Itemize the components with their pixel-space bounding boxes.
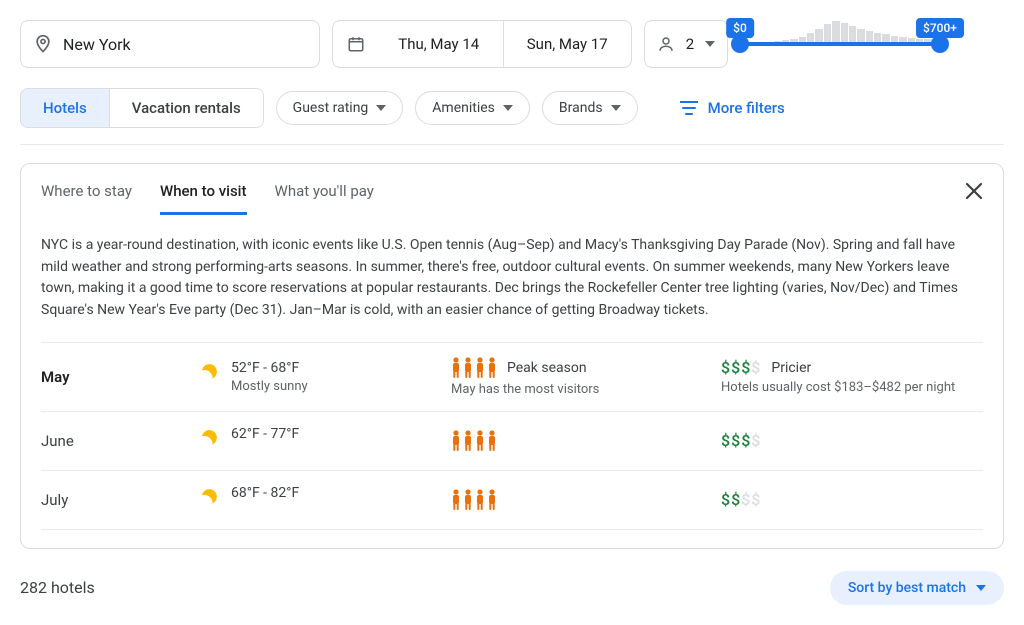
temperature-range: 62°F - 77°F: [231, 426, 299, 442]
price-cell: $$$$ Pricier Hotels usually cost $183–$482…: [721, 358, 983, 395]
checkin-date[interactable]: Thu, May 14: [375, 21, 503, 67]
popularity-cell: Peak season May has the most visitors: [451, 357, 721, 397]
price-level-icon: $$$$: [721, 358, 761, 377]
month-table: May 52°F - 68°F Mostly sunny Peak season May…: [41, 342, 983, 530]
chevron-down-icon: [376, 105, 386, 111]
travel-insights-card: Where to stay When to visit What you'll …: [20, 163, 1004, 549]
weather-cell: 68°F - 82°F: [191, 485, 451, 515]
crowd-icon: [451, 357, 497, 379]
chevron-down-icon: [503, 105, 513, 111]
tab-when-to-visit[interactable]: When to visit: [160, 182, 247, 215]
price-level-icon: $$$$: [721, 490, 761, 509]
month-name: May: [41, 368, 191, 386]
close-button[interactable]: [965, 182, 983, 215]
crowd-icon: [451, 430, 497, 452]
price-cell: $$$$: [721, 490, 983, 509]
map-pin-icon: [33, 34, 53, 54]
price-min-handle[interactable]: [731, 35, 749, 53]
vacation-rentals-tab[interactable]: Vacation rentals: [109, 89, 263, 127]
guest-rating-filter[interactable]: Guest rating: [276, 91, 404, 125]
weather-icon: [191, 426, 221, 456]
price-level-icon: $$$$: [721, 431, 761, 450]
guests-selector[interactable]: 2: [644, 20, 728, 68]
weather-cell: 52°F - 68°F Mostly sunny: [191, 360, 451, 394]
when-to-visit-description: NYC is a year-round destination, with ic…: [41, 235, 983, 322]
price-sub: Hotels usually cost $183–$482 per night: [721, 380, 983, 395]
temperature-range: 52°F - 68°F: [231, 360, 308, 376]
popularity-sub: May has the most visitors: [451, 382, 721, 397]
price-range-slider[interactable]: $0 $700+: [740, 20, 940, 68]
weather-condition: Mostly sunny: [231, 379, 308, 394]
guests-count: 2: [686, 35, 694, 53]
weather-cell: 62°F - 77°F: [191, 426, 451, 456]
price-label: Pricier: [771, 360, 811, 376]
popularity-cell: [451, 489, 721, 511]
temperature-range: 68°F - 82°F: [231, 485, 299, 501]
person-icon: [657, 35, 675, 53]
location-value: New York: [63, 35, 307, 54]
date-range-input: Thu, May 14 Sun, May 17: [332, 20, 632, 68]
filter-icon: [680, 101, 698, 115]
popularity-cell: [451, 430, 721, 452]
location-input[interactable]: New York: [20, 20, 320, 68]
price-max-handle[interactable]: [931, 35, 949, 53]
month-name: July: [41, 491, 191, 509]
month-row: July 68°F - 82°F $$$$: [41, 471, 983, 530]
close-icon: [965, 182, 983, 200]
calendar-icon: [333, 35, 375, 53]
accommodation-type-toggle: Hotels Vacation rentals: [20, 88, 264, 128]
chevron-down-icon: [611, 105, 621, 111]
more-filters-button[interactable]: More filters: [680, 99, 785, 117]
weather-icon: [191, 360, 221, 390]
price-histogram: [740, 20, 940, 42]
month-name: June: [41, 432, 191, 450]
checkout-date[interactable]: Sun, May 17: [504, 21, 632, 67]
month-row: May 52°F - 68°F Mostly sunny Peak season May…: [41, 342, 983, 412]
tab-what-youll-pay[interactable]: What you'll pay: [275, 182, 374, 215]
brands-filter[interactable]: Brands: [542, 91, 638, 125]
crowd-icon: [451, 489, 497, 511]
weather-icon: [191, 485, 221, 515]
chevron-down-icon: [705, 41, 715, 47]
price-cell: $$$$: [721, 431, 983, 450]
hotels-tab[interactable]: Hotels: [21, 89, 109, 127]
amenities-filter[interactable]: Amenities: [415, 91, 530, 125]
results-count: 282 hotels: [20, 578, 95, 597]
chevron-down-icon: [976, 585, 986, 591]
tab-where-to-stay[interactable]: Where to stay: [41, 182, 132, 215]
month-row: June 62°F - 77°F $$$$: [41, 412, 983, 471]
sort-dropdown[interactable]: Sort by best match: [830, 571, 1004, 605]
popularity-label: Peak season: [507, 360, 587, 376]
